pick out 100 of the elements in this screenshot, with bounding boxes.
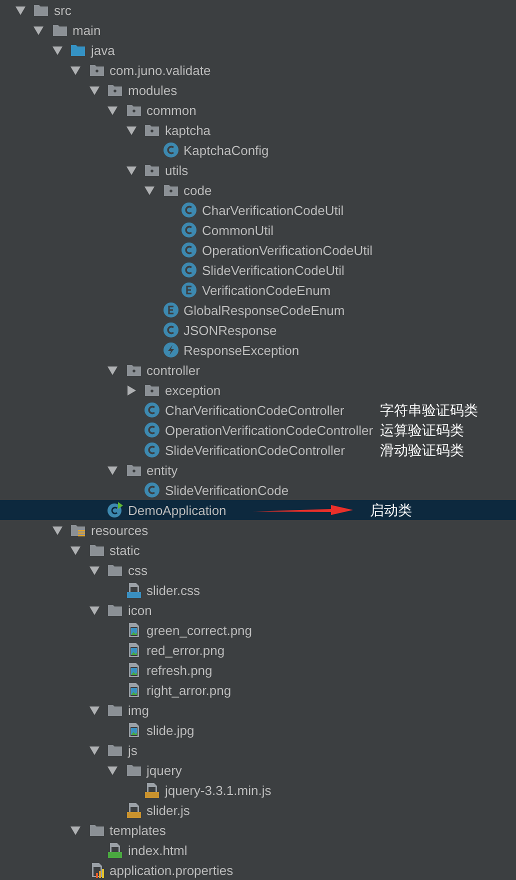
item-label: CommonUtil [202,222,274,238]
tree-item[interactable]: img [0,700,516,720]
folder-icon [107,742,123,758]
item-label: application.properties [110,862,234,878]
collapse-arrow-icon[interactable] [106,464,118,476]
collapse-arrow-icon[interactable] [88,564,100,576]
tree-item[interactable]: exception [0,380,516,400]
tree-item[interactable]: jquery [0,760,516,780]
collapse-arrow-icon[interactable] [125,164,137,176]
tree-item[interactable]: VerificationCodeEnum [0,280,516,300]
item-label: jquery [146,762,182,778]
class-icon [181,262,197,278]
package-icon [126,102,142,118]
collapse-arrow-icon[interactable] [88,744,100,756]
item-label: exception [165,382,221,398]
tree-item[interactable]: OperationVerificationCodeController 运算验证码类 [0,420,516,440]
tree-item[interactable]: entity [0,460,516,480]
collapse-arrow-icon[interactable] [70,824,82,836]
tree-item[interactable]: SlideVerificationCodeController 滑动验证码类 [0,440,516,460]
collapse-arrow-icon[interactable] [51,524,63,536]
tree-item[interactable]: slide.jpg [0,720,516,740]
tree-item[interactable]: utils [0,160,516,180]
collapse-arrow-icon[interactable] [32,24,44,36]
item-label: js [128,742,138,758]
item-label: controller [146,362,200,378]
item-label: utils [165,162,188,178]
tree-item[interactable]: css [0,560,516,580]
tree-item[interactable]: modules [0,80,516,100]
item-label: SlideVerificationCode [165,482,289,498]
class-icon [181,202,197,218]
collapse-arrow-icon[interactable] [88,604,100,616]
tree-item[interactable]: KaptchaConfig [0,140,516,160]
collapse-arrow-icon[interactable] [88,704,100,716]
item-label: css [128,562,148,578]
collapse-arrow-icon[interactable] [144,184,156,196]
item-label: java [91,42,115,58]
tree-item[interactable]: common [0,100,516,120]
run-class-icon [107,502,123,518]
collapse-arrow-icon[interactable] [88,84,100,96]
tree-item[interactable]: GlobalResponseCodeEnum [0,300,516,320]
collapse-arrow-icon[interactable] [51,44,63,56]
tree-item[interactable]: java [0,40,516,60]
collapse-arrow-icon[interactable] [70,544,82,556]
expand-arrow-icon[interactable] [125,384,137,396]
tree-item[interactable]: static [0,540,516,560]
tree-item[interactable]: application.properties [0,860,516,880]
collapse-arrow-icon[interactable] [106,364,118,376]
resources-folder-icon [70,522,86,538]
tree-item[interactable]: CharVerificationCodeController 字符串验证码类 [0,400,516,420]
package-icon [162,182,178,198]
tree-item[interactable]: CharVerificationCodeUtil [0,200,516,220]
tree-item[interactable]: SlideVerificationCodeUtil [0,260,516,280]
tree-item[interactable]: com.juno.validate [0,60,516,80]
tree-item[interactable]: src [0,0,516,20]
tree-item[interactable]: JSONResponse [0,320,516,340]
tree-item[interactable]: templates [0,820,516,840]
collapse-arrow-icon[interactable] [125,124,137,136]
tree-item[interactable]: ResponseException [0,340,516,360]
item-label: entity [146,462,178,478]
tree-item[interactable]: slider.js [0,800,516,820]
tree-item[interactable]: SlideVerificationCode [0,480,516,500]
item-label: CharVerificationCodeController [165,402,344,418]
tree-item[interactable]: red_error.png [0,640,516,660]
tree-item[interactable]: DemoApplication 启动类 [0,500,516,520]
class-icon [144,402,160,418]
tree-item[interactable]: js [0,740,516,760]
tree-item[interactable]: controller [0,360,516,380]
item-label: templates [110,822,166,838]
tree-item[interactable]: jquery-3.3.1.min.js [0,780,516,800]
folder-icon [33,2,49,18]
class-icon [162,142,178,158]
item-label: index.html [128,842,188,858]
tree-item[interactable]: resources [0,520,516,540]
collapse-arrow-icon[interactable] [106,764,118,776]
item-label: jquery-3.3.1.min.js [165,782,272,798]
tree-item[interactable]: code [0,180,516,200]
tree-item[interactable]: kaptcha [0,120,516,140]
tree-item[interactable]: index.html [0,840,516,860]
collapse-arrow-icon[interactable] [106,104,118,116]
tree-item[interactable]: green_correct.png [0,620,516,640]
tree-item[interactable]: CommonUtil [0,220,516,240]
tree-item[interactable]: icon [0,600,516,620]
item-label: src [54,2,72,18]
class-icon [181,222,197,238]
package-icon [144,162,160,178]
annotation-text: 滑动验证码类 [380,442,464,461]
folder-icon [107,562,123,578]
tree-item[interactable]: right_arror.png [0,680,516,700]
tree-item[interactable]: refresh.png [0,660,516,680]
collapse-arrow-icon[interactable] [70,64,82,76]
item-label: SlideVerificationCodeUtil [202,262,344,278]
collapse-arrow-icon[interactable] [14,4,26,16]
tree-item[interactable]: slider.css [0,580,516,600]
tree-item[interactable]: OperationVerificationCodeUtil [0,240,516,260]
item-label: JSONResponse [184,322,277,338]
js-file-icon [144,782,160,798]
tree-item[interactable]: main [0,20,516,40]
item-label: red_error.png [146,642,225,658]
item-label: KaptchaConfig [184,142,269,158]
package-icon [144,122,160,138]
